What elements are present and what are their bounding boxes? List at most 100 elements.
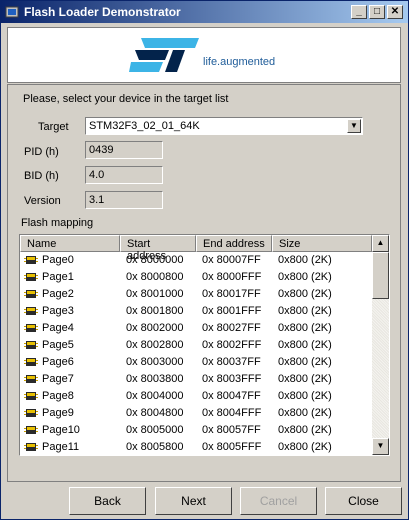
memory-chip-icon [24, 443, 38, 451]
column-header-end[interactable]: End address [196, 235, 272, 252]
table-row[interactable]: Page4 0x 8002000 0x 80027FF 0x800 (2K) [20, 320, 372, 337]
row-name: Page10 [42, 424, 80, 436]
memory-chip-icon [24, 290, 38, 298]
row-name: Page0 [42, 254, 74, 266]
row-start-address: 0x 8002800 [126, 339, 184, 351]
next-button[interactable]: Next [155, 487, 232, 515]
logo-banner: life.augmented [7, 27, 401, 83]
pid-label: PID (h) [24, 146, 59, 158]
memory-chip-icon [24, 392, 38, 400]
flash-mapping-list[interactable]: Name Start address End address Size Page… [19, 234, 390, 456]
row-end-address: 0x 8003FFF [202, 373, 262, 385]
cancel-button[interactable]: Cancel [240, 487, 317, 515]
row-end-address: 0x 80027FF [202, 322, 261, 334]
close-window-button[interactable]: ✕ [387, 5, 403, 19]
row-end-address: 0x 80017FF [202, 288, 261, 300]
memory-chip-icon [24, 358, 38, 366]
row-size: 0x800 (2K) [278, 373, 332, 385]
column-header-size[interactable]: Size [272, 235, 372, 252]
row-end-address: 0x 80057FF [202, 424, 261, 436]
table-row[interactable]: Page1 0x 8000800 0x 8000FFF 0x800 (2K) [20, 269, 372, 286]
minimize-button[interactable]: _ [351, 5, 367, 19]
table-row[interactable]: Page0 0x 8000000 0x 80007FF 0x800 (2K) [20, 252, 372, 269]
vertical-scrollbar[interactable]: ▲ ▼ [372, 235, 389, 455]
app-window: Flash Loader Demonstrator _ □ ✕ life.aug… [0, 0, 409, 520]
row-size: 0x800 (2K) [278, 254, 332, 266]
row-end-address: 0x 80007FF [202, 254, 261, 266]
row-start-address: 0x 8000800 [126, 271, 184, 283]
instruction-text: Please, select your device in the target… [23, 93, 229, 105]
back-button[interactable]: Back [69, 487, 146, 515]
table-row[interactable]: Page3 0x 8001800 0x 8001FFF 0x800 (2K) [20, 303, 372, 320]
table-row[interactable]: Page11 0x 8005800 0x 8005FFF 0x800 (2K) [20, 439, 372, 455]
row-start-address: 0x 8001000 [126, 288, 184, 300]
row-name: Page11 [42, 441, 80, 453]
close-button[interactable]: Close [325, 487, 402, 515]
row-start-address: 0x 8004800 [126, 407, 184, 419]
memory-chip-icon [24, 375, 38, 383]
pid-field: 0439 [85, 141, 163, 159]
logo-tagline: life.augmented [203, 56, 276, 68]
scroll-thumb[interactable] [372, 252, 389, 299]
row-name: Page2 [42, 288, 74, 300]
row-end-address: 0x 8001FFF [202, 305, 262, 317]
row-name: Page9 [42, 407, 74, 419]
row-name: Page4 [42, 322, 74, 334]
table-row[interactable]: Page6 0x 8003000 0x 80037FF 0x800 (2K) [20, 354, 372, 371]
row-size: 0x800 (2K) [278, 305, 332, 317]
scroll-down-icon[interactable]: ▼ [372, 438, 389, 455]
row-size: 0x800 (2K) [278, 441, 332, 453]
row-start-address: 0x 8000000 [126, 254, 184, 266]
target-select[interactable]: STM32F3_02_01_64K ▼ [85, 117, 363, 135]
row-name: Page5 [42, 339, 74, 351]
row-start-address: 0x 8001800 [126, 305, 184, 317]
maximize-button[interactable]: □ [369, 5, 385, 19]
version-label: Version [24, 195, 61, 207]
row-size: 0x800 (2K) [278, 407, 332, 419]
memory-chip-icon [24, 426, 38, 434]
row-size: 0x800 (2K) [278, 322, 332, 334]
version-field: 3.1 [85, 191, 163, 209]
bid-label: BID (h) [24, 170, 59, 182]
row-start-address: 0x 8003000 [126, 356, 184, 368]
table-row[interactable]: Page8 0x 8004000 0x 80047FF 0x800 (2K) [20, 388, 372, 405]
column-header-name[interactable]: Name [20, 235, 120, 252]
scroll-up-icon[interactable]: ▲ [372, 235, 389, 252]
column-header-start[interactable]: Start address [120, 235, 196, 262]
row-name: Page7 [42, 373, 74, 385]
title-bar[interactable]: Flash Loader Demonstrator _ □ ✕ [1, 1, 408, 23]
chevron-down-icon[interactable]: ▼ [347, 119, 361, 133]
row-start-address: 0x 8002000 [126, 322, 184, 334]
row-end-address: 0x 80037FF [202, 356, 261, 368]
row-name: Page6 [42, 356, 74, 368]
table-row[interactable]: Page9 0x 8004800 0x 8004FFF 0x800 (2K) [20, 405, 372, 422]
table-row[interactable]: Page2 0x 8001000 0x 80017FF 0x800 (2K) [20, 286, 372, 303]
row-end-address: 0x 8000FFF [202, 271, 262, 283]
row-end-address: 0x 8004FFF [202, 407, 262, 419]
row-start-address: 0x 8005000 [126, 424, 184, 436]
row-end-address: 0x 8002FFF [202, 339, 262, 351]
memory-chip-icon [24, 307, 38, 315]
row-end-address: 0x 8005FFF [202, 441, 262, 453]
row-start-address: 0x 8004000 [126, 390, 184, 402]
app-icon [5, 6, 19, 18]
row-size: 0x800 (2K) [278, 356, 332, 368]
row-start-address: 0x 8005800 [126, 441, 184, 453]
bid-field: 4.0 [85, 166, 163, 184]
table-row[interactable]: Page10 0x 8005000 0x 80057FF 0x800 (2K) [20, 422, 372, 439]
row-size: 0x800 (2K) [278, 271, 332, 283]
row-name: Page8 [42, 390, 74, 402]
table-row[interactable]: Page7 0x 8003800 0x 8003FFF 0x800 (2K) [20, 371, 372, 388]
flash-mapping-label: Flash mapping [21, 217, 94, 229]
window-title: Flash Loader Demonstrator [24, 5, 181, 19]
row-size: 0x800 (2K) [278, 390, 332, 402]
row-start-address: 0x 8003800 [126, 373, 184, 385]
memory-chip-icon [24, 256, 38, 264]
target-label: Target [38, 121, 69, 133]
row-size: 0x800 (2K) [278, 288, 332, 300]
table-row[interactable]: Page5 0x 8002800 0x 8002FFF 0x800 (2K) [20, 337, 372, 354]
memory-chip-icon [24, 273, 38, 281]
row-name: Page1 [42, 271, 74, 283]
memory-chip-icon [24, 324, 38, 332]
row-size: 0x800 (2K) [278, 339, 332, 351]
